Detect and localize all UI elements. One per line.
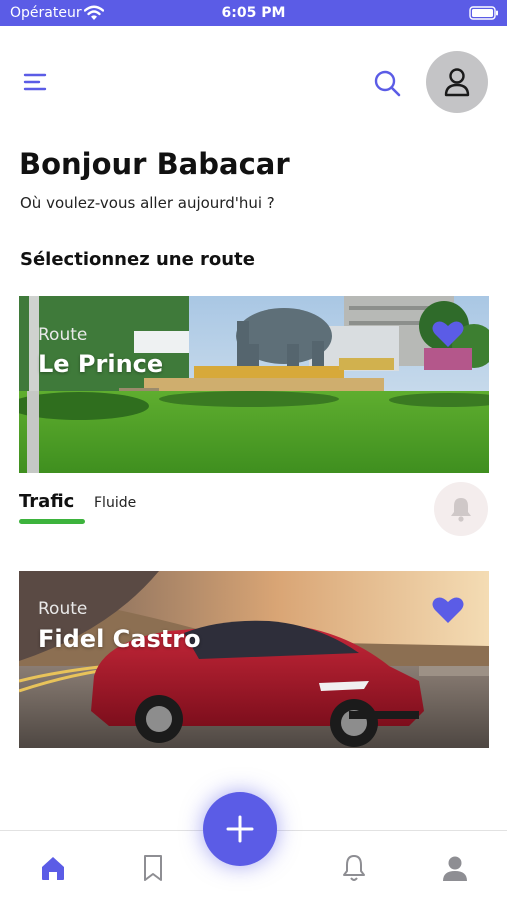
add-route-button[interactable] — [203, 792, 277, 866]
bookmark-icon[interactable] — [138, 853, 168, 883]
section-title: Sélectionnez une route — [20, 249, 255, 270]
route-photo-elephant-square — [19, 296, 489, 473]
traffic-alert-button[interactable] — [434, 482, 488, 536]
favorite-heart-icon[interactable] — [432, 320, 464, 348]
route-name: Fidel Castro — [38, 625, 201, 653]
user-icon — [444, 68, 470, 97]
bell-icon[interactable] — [339, 853, 369, 883]
traffic-status: Fluide — [94, 495, 137, 511]
avatar-button[interactable] — [426, 51, 488, 113]
page-subtitle: Où voulez-vous aller aujourd'hui ? — [20, 194, 275, 212]
bell-icon — [451, 498, 471, 522]
user-icon[interactable] — [440, 853, 470, 883]
battery-icon — [469, 6, 498, 20]
plus-icon — [226, 815, 254, 843]
route-label: Route — [38, 599, 88, 619]
status-time: 6:05 PM — [221, 5, 286, 21]
home-icon[interactable] — [38, 853, 68, 883]
route-card-fidel-castro[interactable]: Route Fidel Castro — [19, 571, 489, 748]
route-card-le-prince[interactable]: Route Le Prince — [19, 296, 489, 473]
traffic-label: Trafic — [19, 491, 75, 512]
route-photo-red-car — [19, 571, 489, 748]
page-title: Bonjour Babacar — [19, 147, 290, 181]
route-name: Le Prince — [38, 350, 164, 378]
favorite-heart-icon[interactable] — [432, 596, 464, 624]
route-label: Route — [38, 325, 88, 345]
status-bar: Opérateur 6:05 PM — [0, 0, 507, 26]
traffic-indicator — [19, 519, 85, 524]
hamburger-menu-icon[interactable] — [22, 70, 48, 94]
search-icon[interactable] — [372, 68, 402, 98]
